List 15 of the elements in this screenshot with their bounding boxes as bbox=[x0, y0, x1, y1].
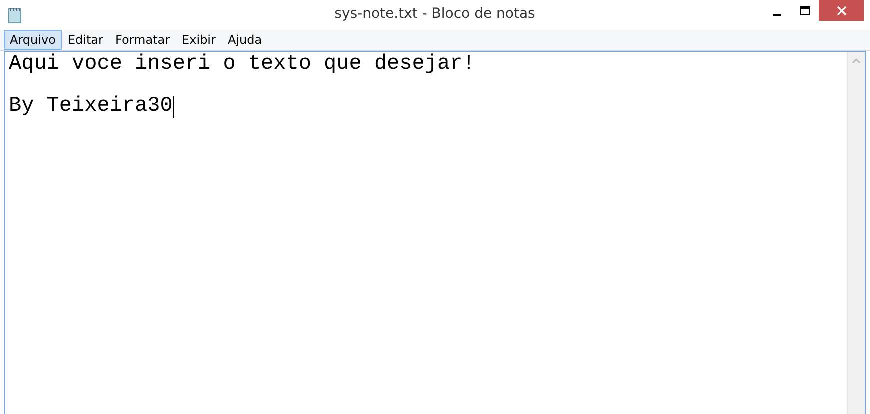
menu-item[interactable]: Ajuda bbox=[222, 30, 268, 50]
menu-item[interactable]: Exibir bbox=[176, 30, 222, 50]
minimize-icon bbox=[773, 14, 781, 16]
notepad-icon bbox=[8, 6, 22, 24]
text-cursor bbox=[172, 96, 174, 118]
maximize-icon bbox=[800, 6, 810, 16]
close-icon bbox=[836, 6, 846, 16]
close-button[interactable] bbox=[819, 0, 864, 21]
scrollbar[interactable] bbox=[847, 52, 865, 414]
menu-item[interactable]: Formatar bbox=[109, 30, 176, 50]
text-line: By Teixeira30 bbox=[9, 95, 173, 118]
menu-item[interactable]: Arquivo bbox=[4, 30, 62, 50]
text-line: Aqui voce inseri o texto que desejar! bbox=[9, 53, 476, 76]
menu-item[interactable]: Editar bbox=[62, 30, 110, 50]
window-title: sys-note.txt - Bloco de notas bbox=[334, 6, 536, 22]
